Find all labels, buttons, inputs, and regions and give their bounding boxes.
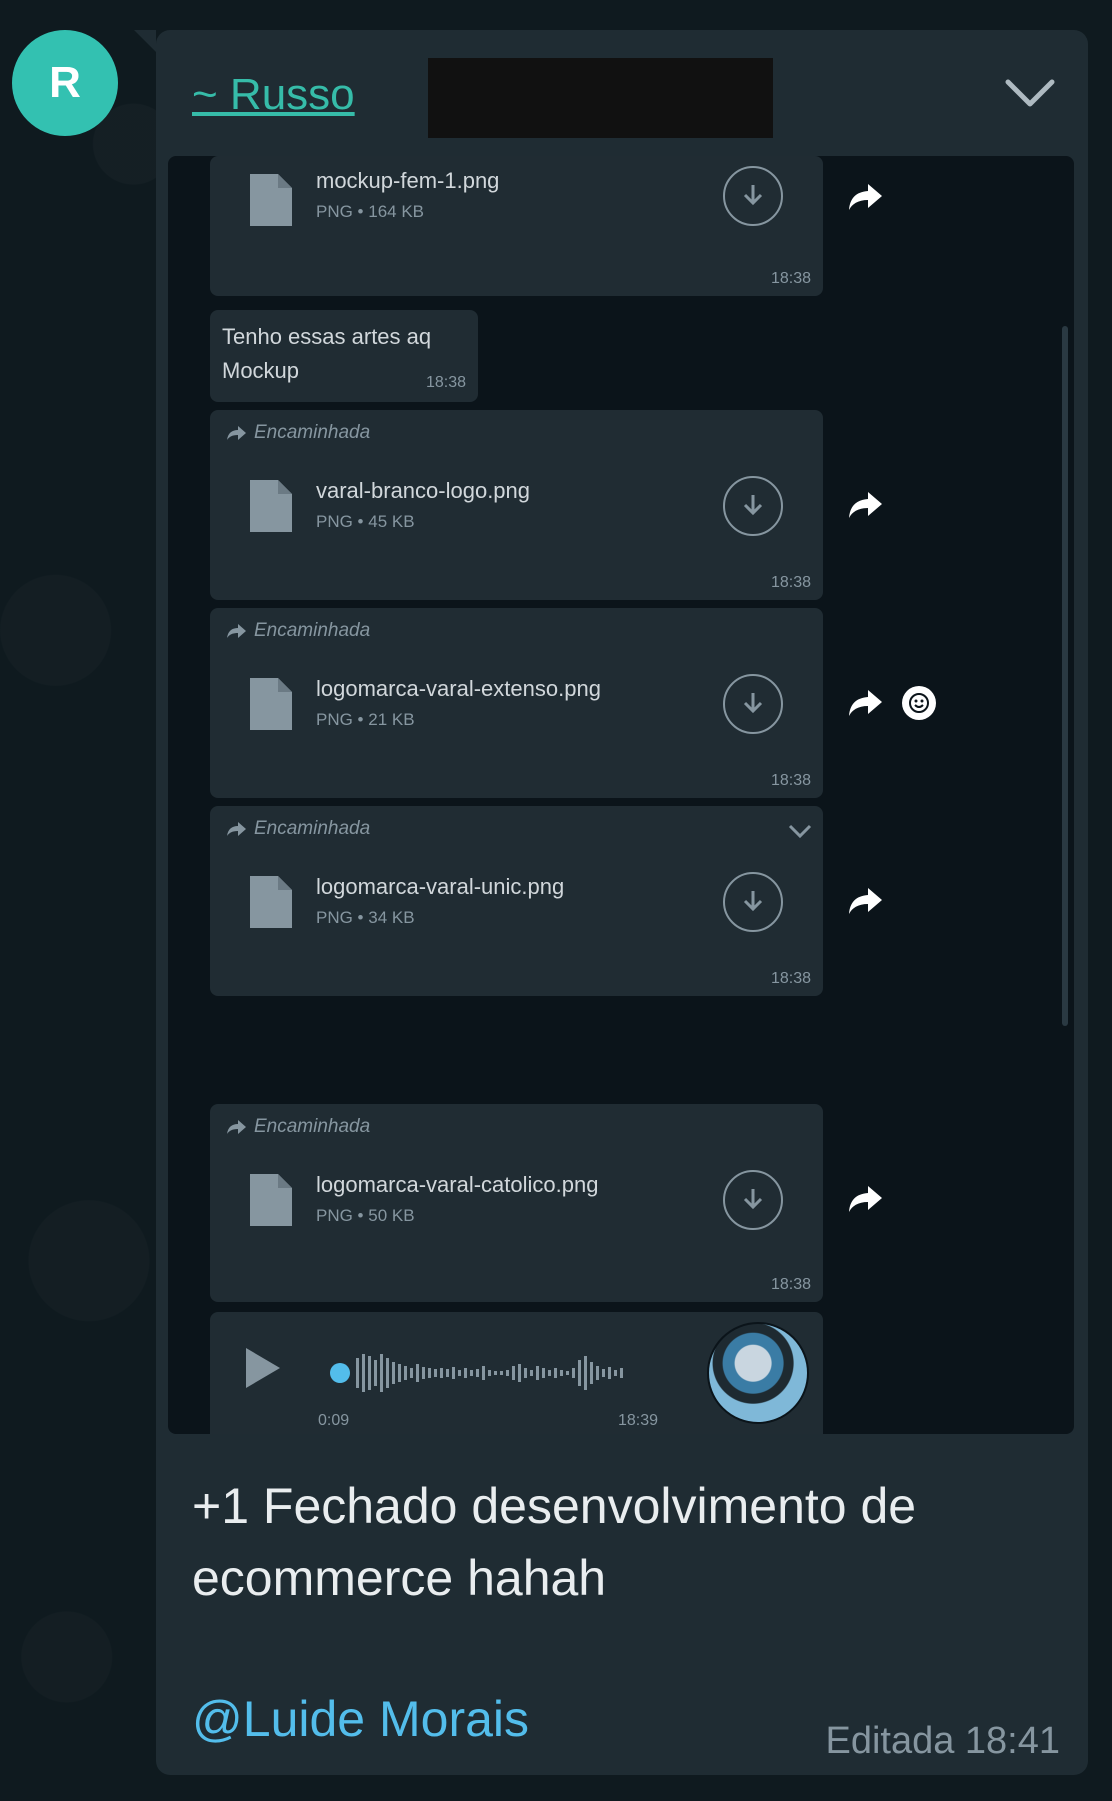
message-bubble[interactable]: ~ Russo mockup-fem-1.png PNG • 164 KB 18… xyxy=(156,30,1088,1775)
audio-waveform[interactable] xyxy=(330,1352,660,1394)
text-line: Tenho essas artes aq xyxy=(222,324,432,349)
forwarded-text: Encaminhada xyxy=(254,818,371,839)
forwarded-label: Encaminhada xyxy=(226,422,370,444)
file-name: logomarca-varal-extenso.png xyxy=(316,676,601,701)
document-icon xyxy=(250,174,292,226)
message-time: 18:38 xyxy=(770,772,811,789)
avatar-initial: R xyxy=(49,58,81,107)
download-arrow-icon xyxy=(743,185,763,206)
file-name: varal-branco-logo.png xyxy=(316,478,531,503)
file-message[interactable]: Encaminhada logomarca-varal-unic.png PNG… xyxy=(210,806,823,996)
download-button[interactable] xyxy=(723,166,783,226)
forwarded-label: Encaminhada xyxy=(226,818,370,840)
audio-progress-handle[interactable] xyxy=(330,1363,350,1383)
file-meta: PNG • 34 KB xyxy=(316,908,415,927)
file-message[interactable]: Encaminhada varal-branco-logo.png PNG • … xyxy=(210,410,823,600)
forwarded-icon xyxy=(227,1120,246,1134)
forwarded-label: Encaminhada xyxy=(226,620,370,642)
forward-share-icon[interactable] xyxy=(846,488,886,522)
message-time: 18:38 xyxy=(770,574,811,591)
forwarded-label: Encaminhada xyxy=(226,1116,370,1138)
download-button[interactable] xyxy=(723,1170,783,1230)
audio-duration: 0:09 xyxy=(318,1412,350,1429)
download-button[interactable] xyxy=(723,476,783,536)
forwarded-icon xyxy=(227,822,246,836)
chevron-down-icon[interactable] xyxy=(1002,72,1058,112)
sender-photo xyxy=(707,1322,809,1424)
file-meta: PNG • 164 KB xyxy=(316,202,425,221)
file-message[interactable]: mockup-fem-1.png PNG • 164 KB 18:38 xyxy=(210,156,823,296)
chevron-down-icon[interactable] xyxy=(787,822,813,840)
download-button[interactable] xyxy=(723,674,783,734)
forward-share-icon[interactable] xyxy=(846,884,886,918)
mention-link[interactable]: @Luide Morais xyxy=(192,1690,529,1748)
quoted-screenshot: mockup-fem-1.png PNG • 164 KB 18:38 Tenh… xyxy=(168,156,1074,1434)
redacted-block xyxy=(428,58,773,138)
forwarded-icon xyxy=(227,624,246,638)
sender-avatar[interactable]: R xyxy=(12,30,118,136)
download-arrow-icon xyxy=(743,1189,763,1210)
voice-message[interactable]: 0:09 18:39 xyxy=(210,1312,823,1434)
forwarded-text: Encaminhada xyxy=(254,422,371,443)
document-icon xyxy=(250,480,292,532)
message-time: 18:38 xyxy=(770,1276,811,1293)
download-arrow-icon xyxy=(743,495,763,516)
download-arrow-icon xyxy=(743,891,763,912)
file-meta: PNG • 45 KB xyxy=(316,512,415,531)
document-icon xyxy=(250,1174,292,1226)
play-icon[interactable] xyxy=(246,1348,280,1388)
file-name: mockup-fem-1.png xyxy=(316,168,500,193)
file-meta: PNG • 21 KB xyxy=(316,710,415,729)
file-name: logomarca-varal-unic.png xyxy=(316,874,565,899)
document-icon xyxy=(250,678,292,730)
forwarded-text: Encaminhada xyxy=(254,1116,371,1137)
forward-share-icon[interactable] xyxy=(846,1182,886,1216)
forward-share-icon[interactable] xyxy=(846,180,886,214)
forwarded-icon xyxy=(227,426,246,440)
message-time: 18:39 xyxy=(618,1412,659,1429)
file-name: logomarca-varal-catolico.png xyxy=(316,1172,599,1197)
download-arrow-icon xyxy=(743,693,763,714)
scrollbar[interactable] xyxy=(1062,326,1068,1026)
file-meta: PNG • 50 KB xyxy=(316,1206,415,1225)
message-text: +1 Fechado desenvolvimento de ecommerce … xyxy=(192,1470,1052,1614)
file-message[interactable]: Encaminhada logomarca-varal-catolico.png… xyxy=(210,1104,823,1302)
message-text-line: ecommerce hahah xyxy=(192,1550,607,1606)
text-message[interactable]: Tenho essas artes aq Mockup 18:38 xyxy=(210,310,478,402)
edited-timestamp: Editada 18:41 xyxy=(825,1720,1060,1762)
emoji-react-icon[interactable] xyxy=(902,686,936,720)
forwarded-text: Encaminhada xyxy=(254,620,371,641)
message-time: 18:38 xyxy=(425,374,466,391)
message-time: 18:38 xyxy=(770,970,811,987)
sender-name[interactable]: ~ Russo xyxy=(192,70,355,120)
file-message[interactable]: Encaminhada logomarca-varal-extenso.png … xyxy=(210,608,823,798)
text-line: Mockup xyxy=(222,358,300,383)
bubble-tail xyxy=(134,30,156,52)
forward-share-icon[interactable] xyxy=(846,686,886,720)
emoji-face-icon xyxy=(909,693,929,713)
message-time: 18:38 xyxy=(770,270,811,287)
message-text-line: +1 Fechado desenvolvimento de xyxy=(192,1478,917,1534)
document-icon xyxy=(250,876,292,928)
download-button[interactable] xyxy=(723,872,783,932)
